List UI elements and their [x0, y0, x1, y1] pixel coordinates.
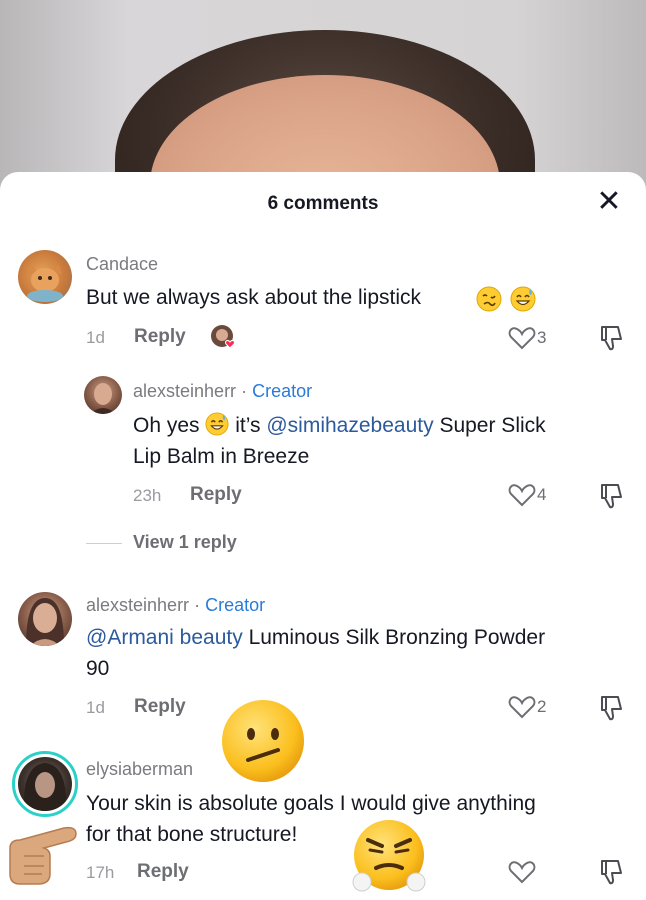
comment-username[interactable]: elysiaberman: [86, 759, 193, 780]
comment-time: 1d: [86, 698, 105, 717]
dislike-icon[interactable]: [598, 324, 624, 352]
creator-badge: Creator: [252, 381, 313, 401]
dislike-icon[interactable]: [598, 482, 624, 510]
grinning-sweat-emoji-icon: [205, 412, 229, 436]
comment-text: But we always ask about the lipstick: [86, 286, 421, 309]
person-avatar-icon: [26, 598, 64, 646]
reply-time: 23h: [133, 486, 162, 505]
comment-username[interactable]: Candace: [86, 254, 158, 275]
heart-icon[interactable]: [508, 483, 536, 507]
reply-username[interactable]: alexsteinherr · Creator: [133, 381, 312, 402]
reply-button[interactable]: Reply: [134, 696, 186, 718]
comment-time: 1d: [86, 328, 105, 347]
comments-count-title: 6 comments: [267, 193, 379, 214]
like-count: 3: [537, 328, 547, 347]
woozy-face-emoji-icon: [476, 286, 502, 312]
heart-icon[interactable]: [508, 695, 536, 719]
reply-button[interactable]: Reply: [190, 484, 242, 506]
like-count: 4: [537, 485, 547, 504]
person-avatar-icon: [90, 383, 116, 414]
creator-badge: Creator: [205, 595, 266, 615]
reply-text: Oh yes it’s @simihazebeauty Super Slick …: [133, 412, 546, 468]
reply-button[interactable]: Reply: [134, 326, 186, 348]
comment-username[interactable]: alexsteinherr · Creator: [86, 595, 265, 616]
dislike-icon[interactable]: [598, 858, 624, 886]
heart-icon[interactable]: [508, 860, 536, 884]
person-avatar-icon: [23, 763, 67, 811]
pointing-hand-emoji-icon: [9, 826, 77, 885]
face-with-steam-emoji-icon: [352, 820, 426, 892]
cat-avatar-icon: [27, 264, 63, 302]
avatar-alexsteinherr[interactable]: [84, 376, 122, 414]
dislike-icon[interactable]: [598, 694, 624, 722]
avatar-alexsteinherr[interactable]: [18, 592, 72, 646]
avatar-elysiaberman-story-ring[interactable]: [12, 751, 78, 817]
view-replies-divider: [86, 543, 122, 544]
creator-liked-avatar-icon: [210, 324, 238, 352]
comment-time: 17h: [86, 863, 115, 882]
view-replies-button[interactable]: View 1 reply: [133, 532, 237, 553]
like-count: 2: [537, 697, 547, 716]
confused-face-emoji-icon: [222, 700, 304, 782]
close-button[interactable]: ✕: [596, 187, 622, 217]
avatar-elysiaberman: [18, 757, 72, 811]
mention-link[interactable]: @Armani beauty: [86, 626, 243, 649]
avatar-candace[interactable]: [18, 250, 72, 304]
grinning-sweat-emoji-icon: [510, 286, 536, 312]
comment-text: Your skin is absolute goals I would give…: [86, 792, 536, 846]
heart-icon[interactable]: [508, 326, 536, 350]
reply-button[interactable]: Reply: [137, 861, 189, 883]
mention-link[interactable]: @simihazebeauty: [266, 414, 433, 437]
video-background: [0, 0, 646, 200]
comment-text: @Armani beauty Luminous Silk Bronzing Po…: [86, 626, 546, 680]
